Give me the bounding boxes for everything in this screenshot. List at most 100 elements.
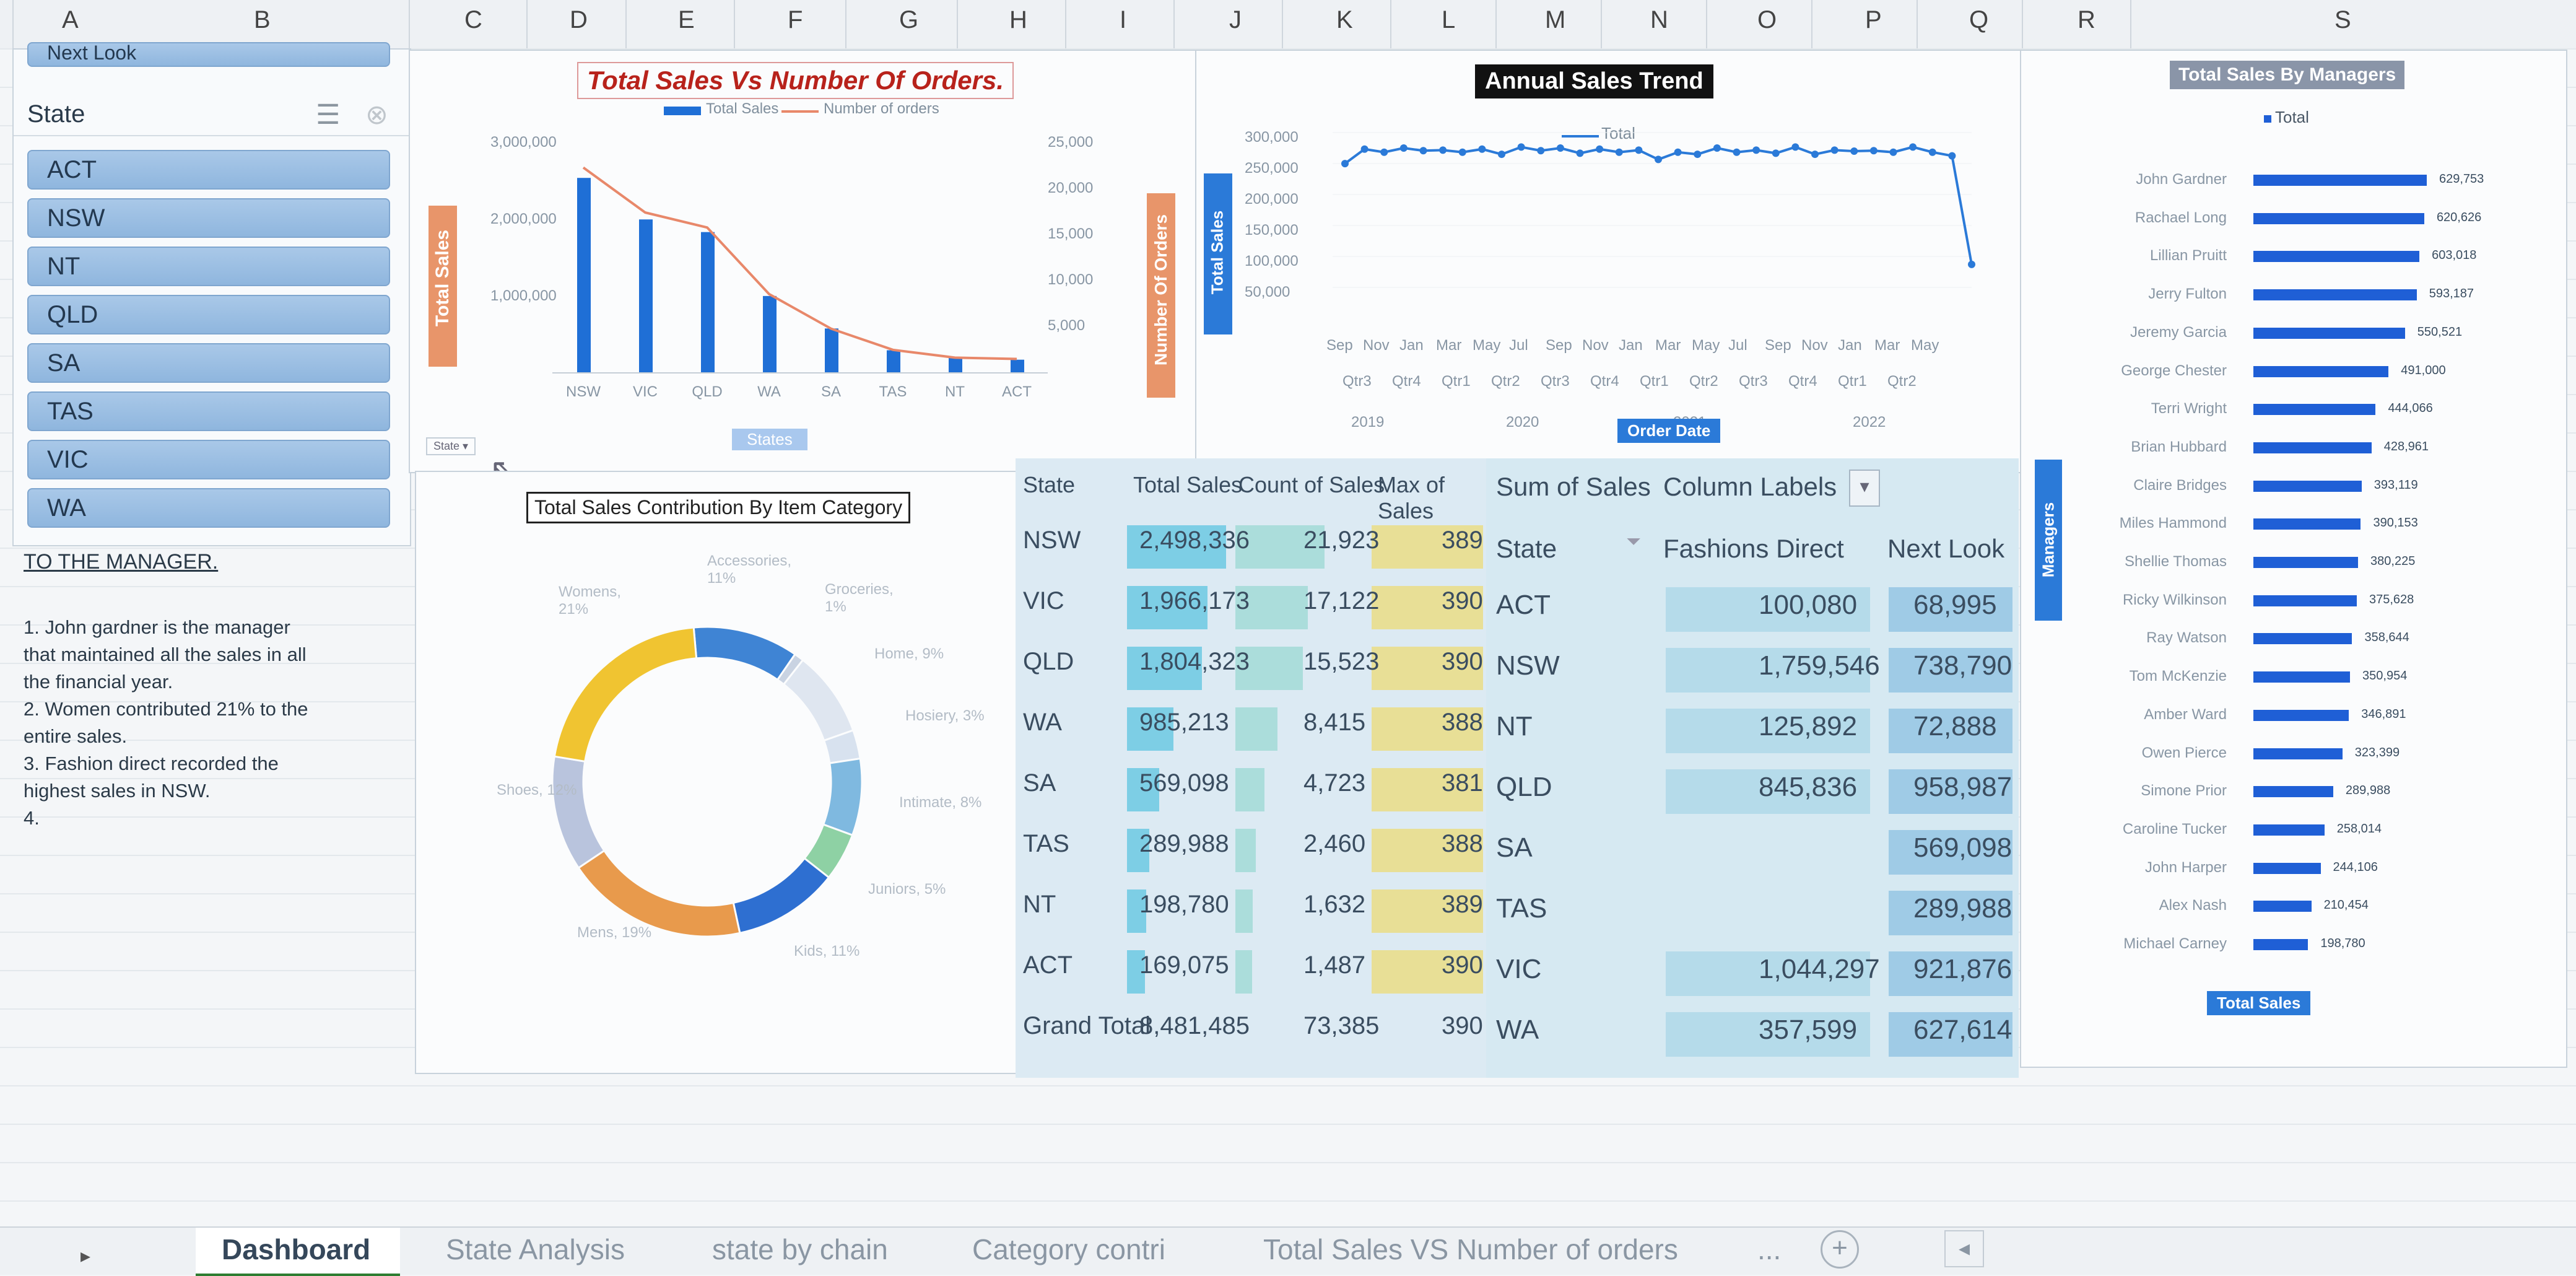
month-label: May: [1692, 337, 1720, 354]
category-contribution-chart[interactable]: Total Sales Contribution By Item Categor…: [415, 471, 1018, 1074]
pivot2-fashions-direct: 100,080: [1759, 590, 1858, 620]
slicer-item-vic[interactable]: VIC: [27, 440, 390, 479]
x-axis-title: Total Sales: [2207, 991, 2311, 1015]
column-letter: R: [2078, 6, 2095, 33]
manager-name: Jerry Fulton: [2148, 286, 2227, 303]
manager-value: 258,014: [2336, 821, 2382, 836]
trend-point: [1968, 260, 1975, 268]
manager-bar: [2253, 327, 2405, 339]
column-letter: N: [1650, 6, 1668, 33]
tab-state-analysis[interactable]: State Analysis: [446, 1233, 625, 1266]
column-divider: [526, 0, 528, 48]
clear-filter-icon[interactable]: ⊗: [365, 99, 388, 131]
manager-value: 550,521: [2417, 325, 2463, 339]
category-label: Groceries, 1%: [825, 581, 894, 615]
slicer-item-nsw[interactable]: NSW: [27, 198, 390, 238]
trend-point: [1537, 147, 1545, 155]
column-divider: [2130, 0, 2131, 48]
pivot1-count: 21,923: [1303, 527, 1380, 554]
slicer-item-wa[interactable]: WA: [27, 488, 390, 528]
pivot1-count: 1,632: [1303, 891, 1366, 918]
trend-point: [1909, 143, 1917, 151]
manager-name: Alex Nash: [2159, 897, 2227, 914]
trend-point: [1576, 149, 1584, 157]
manager-name: Tom McKenzie: [2129, 668, 2227, 685]
pivot1-state: WA: [1023, 709, 1062, 736]
column-letter: J: [1229, 6, 1242, 33]
year-label: 2022: [1853, 414, 1886, 430]
manager-name: Rachael Long: [2134, 209, 2227, 226]
pivot1-max: 388: [1442, 709, 1483, 736]
manager-name: Amber Ward: [2144, 706, 2227, 723]
manager-bar: [2253, 175, 2427, 186]
slicer-item-qld[interactable]: QLD: [27, 295, 390, 334]
pivot2-state: TAS: [1496, 893, 1547, 924]
manager-bar: [2253, 480, 2362, 492]
column-filter-dropdown[interactable]: ▾: [1849, 470, 1880, 507]
column-letter: L: [1442, 6, 1456, 33]
pivot1-header: State: [1023, 472, 1076, 497]
pivot1-max: 390: [1442, 951, 1483, 979]
more-tabs-button[interactable]: ...: [1757, 1233, 1781, 1266]
pivot2-next-look: 627,614: [1913, 1015, 2012, 1045]
pivot2-next-look: 68,995: [1913, 590, 1997, 620]
slice-intimate: [822, 757, 863, 837]
slicer-item-sa[interactable]: SA: [27, 343, 390, 383]
pivot1-count: 17,122: [1303, 587, 1380, 614]
pivot2-state: NT: [1496, 711, 1533, 741]
manager-value: 390,153: [2373, 516, 2418, 530]
trend-point: [1341, 160, 1349, 168]
pivot-table-state-sales[interactable]: State Total Sales Count of Sales Max of Sal…: [1016, 458, 1486, 1078]
tab-dashboard[interactable]: Dashboard: [222, 1233, 370, 1266]
multi-select-icon[interactable]: ☰: [316, 99, 340, 131]
row-filter-icon[interactable]: ⏷: [1626, 531, 1641, 553]
manager-name: Lillian Pruitt: [2149, 247, 2227, 264]
pivot2-fashions-direct: 845,836: [1759, 772, 1858, 802]
tab-total-sales-vs-orders[interactable]: Total Sales VS Number of orders: [1263, 1233, 1678, 1266]
scroll-left-icon[interactable]: ◂: [1944, 1230, 1984, 1267]
manager-name: Michael Carney: [2123, 935, 2227, 952]
pivot1-count: 4,723: [1303, 769, 1366, 797]
column-divider: [1706, 0, 1707, 48]
tab-state-by-chain[interactable]: state by chain: [712, 1233, 888, 1266]
sales-by-managers-chart[interactable]: Total Sales By Managers Total Managers J…: [2020, 50, 2567, 1068]
manager-name: Brian Hubbard: [2131, 438, 2227, 455]
manager-value: 393,119: [2374, 478, 2418, 492]
slice-shoes: [551, 755, 606, 870]
manager-bar: [2253, 404, 2376, 416]
legend-swatch: [2264, 115, 2271, 123]
pivot1-state: NT: [1023, 891, 1056, 918]
manager-bar: [2253, 824, 2325, 836]
manager-value: 629,753: [2439, 172, 2484, 186]
tab-category-contri[interactable]: Category contri: [972, 1233, 1165, 1266]
manager-value: 289,988: [2345, 784, 2391, 798]
annual-sales-trend-chart[interactable]: Annual Sales Trend Total Total Sales 300…: [1195, 50, 2021, 473]
column-letter: K: [1336, 6, 1353, 33]
manager-value: 350,954: [2362, 669, 2408, 683]
slice-home: [782, 658, 855, 742]
pivot1-grand-total-sales: 8,481,485: [1139, 1012, 1250, 1039]
manager-value: 375,628: [2369, 592, 2414, 606]
trend-point: [1811, 151, 1819, 159]
slicer-item-nt[interactable]: NT: [27, 247, 390, 286]
quarter-label: Qtr2: [1887, 373, 1917, 390]
pivot-table-state-chain[interactable]: Sum of Sales Column Labels ▾ State ⏷ Fas…: [1486, 458, 2019, 1078]
manager-bar: [2253, 709, 2349, 721]
annual-trend-plot: [1333, 132, 1975, 288]
month-label: Sep: [1326, 337, 1353, 354]
quarter-label: Qtr1: [1838, 373, 1867, 390]
pivot1-grand-total-count: 73,385: [1303, 1012, 1380, 1039]
scroll-right-icon[interactable]: ▸: [80, 1244, 90, 1267]
slicer-item-partial[interactable]: Next Look: [27, 42, 390, 67]
state-slicer[interactable]: Next Look State ☰ ⊗ ACT NSW NT QLD SA TAS VIC W…: [12, 42, 411, 546]
notes-line: 4.: [24, 807, 40, 829]
add-sheet-icon[interactable]: +: [1821, 1230, 1859, 1269]
pivot1-max: 389: [1442, 527, 1483, 554]
slicer-item-tas[interactable]: TAS: [27, 391, 390, 431]
pivot1-header: Max of Sales: [1378, 472, 1445, 523]
state-filter-button[interactable]: State ▾: [426, 437, 476, 455]
month-label: Mar: [1436, 337, 1462, 354]
sales-vs-orders-chart[interactable]: Total Sales Vs Number Of Orders. Total S…: [409, 50, 1198, 489]
slicer-item-act[interactable]: ACT: [27, 150, 390, 190]
manager-bar: [2253, 442, 2372, 453]
